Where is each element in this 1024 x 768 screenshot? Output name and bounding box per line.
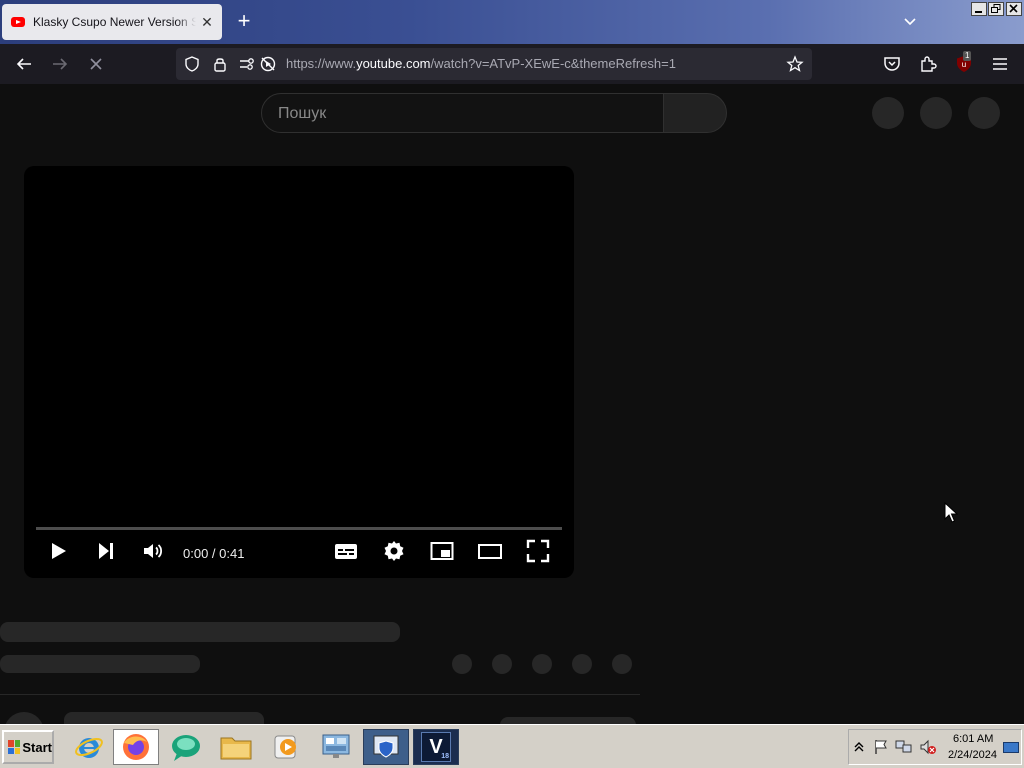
action-skeleton-dot	[492, 654, 512, 674]
taskbar-vegas-pro[interactable]: V 18	[413, 729, 459, 765]
ublock-origin-button[interactable]: u 1	[952, 51, 976, 76]
pocket-icon[interactable]	[880, 52, 904, 76]
taskbar-internet-explorer[interactable]	[66, 729, 112, 765]
internet-explorer-icon	[75, 737, 103, 758]
divider	[0, 694, 640, 695]
action-skeleton-dot	[572, 654, 592, 674]
network-icon[interactable]	[895, 739, 913, 755]
autoplay-blocked-icon[interactable]	[259, 55, 277, 73]
taskbar-chat-app[interactable]	[163, 729, 209, 765]
video-player[interactable]: 0:00 / 0:41	[24, 166, 574, 578]
back-arrow-icon[interactable]	[12, 52, 36, 76]
minimize-button[interactable]	[971, 2, 987, 16]
search-button[interactable]	[663, 93, 727, 133]
header-placeholder-circle	[968, 97, 1000, 129]
subtitle-skeleton	[0, 655, 200, 673]
hamburger-menu-icon[interactable]	[988, 52, 1012, 76]
taskbar-media-player[interactable]	[263, 729, 309, 765]
vegas-version: 18	[441, 753, 449, 760]
extensions-icon[interactable]	[916, 52, 940, 76]
clock-date[interactable]: 2/24/2024	[948, 749, 997, 761]
miniplayer-icon[interactable]	[430, 539, 454, 563]
tab-youtube[interactable]: Klasky Csupo Newer Version Scan ✕	[2, 4, 222, 40]
tracking-shield-icon[interactable]	[183, 55, 201, 73]
new-tab-button[interactable]: +	[232, 10, 256, 34]
media-player-icon	[274, 735, 296, 759]
show-desktop-icon[interactable]	[1003, 742, 1019, 754]
avatar-skeleton	[4, 712, 44, 724]
monitor-icon	[322, 734, 350, 758]
close-tab-icon[interactable]: ✕	[198, 13, 216, 31]
search-input[interactable]: Пошук	[261, 93, 664, 133]
taskbar-file-explorer[interactable]	[213, 729, 259, 765]
permissions-icon[interactable]	[238, 55, 256, 73]
header-placeholder-circle	[920, 97, 952, 129]
url-text[interactable]: https://www.youtube.com/watch?v=ATvP-XEw…	[286, 56, 676, 71]
header-placeholder-circle	[872, 97, 904, 129]
url-prefix: https://www.	[286, 56, 357, 71]
chevron-down-icon[interactable]	[900, 12, 920, 32]
fullscreen-icon[interactable]	[526, 539, 550, 563]
youtube-page: Пошук 0:00 / 0:41	[0, 84, 1024, 724]
bookmark-star-icon[interactable]	[786, 55, 804, 73]
mouse-pointer-icon	[944, 502, 958, 523]
url-path: /watch?v=ATvP-XEwE-c&themeRefresh=1	[430, 56, 676, 71]
play-icon[interactable]	[46, 539, 70, 563]
windows-logo-icon	[8, 740, 21, 754]
taskbar-control-panel[interactable]	[313, 729, 359, 765]
action-skeleton-dot	[452, 654, 472, 674]
chat-bubble-icon	[172, 735, 200, 761]
forward-arrow-icon[interactable]	[48, 52, 72, 76]
firefox-icon	[123, 734, 149, 760]
time-display: 0:00 / 0:41	[183, 546, 245, 561]
stop-loading-icon[interactable]	[84, 52, 108, 76]
taskbar: Start V 18	[0, 724, 1024, 768]
next-video-icon[interactable]	[94, 539, 118, 563]
tab-title: Klasky Csupo Newer Version Scan	[33, 15, 196, 29]
action-center-flag-icon[interactable]	[873, 739, 889, 755]
navigation-toolbar: https://www.youtube.com/watch?v=ATvP-XEw…	[0, 44, 1024, 84]
subscribe-skeleton	[500, 717, 636, 724]
action-skeleton-dot	[612, 654, 632, 674]
settings-gear-icon[interactable]	[382, 539, 406, 563]
title-skeleton	[0, 622, 400, 642]
search-placeholder: Пошук	[278, 105, 327, 122]
start-button[interactable]: Start	[2, 730, 54, 764]
ublock-badge: 1	[963, 51, 972, 61]
svg-text:u: u	[962, 60, 966, 69]
url-host: youtube.com	[356, 56, 431, 71]
youtube-favicon-icon	[11, 17, 25, 27]
subtitles-icon[interactable]	[334, 539, 358, 563]
start-label: Start	[22, 739, 52, 755]
channel-skeleton	[64, 712, 264, 724]
folder-icon	[220, 737, 252, 760]
theater-mode-icon[interactable]	[478, 539, 502, 563]
volume-icon[interactable]	[141, 539, 165, 563]
close-window-button[interactable]	[1006, 2, 1022, 16]
minimize-icon	[975, 11, 982, 13]
show-hidden-icons-icon[interactable]	[853, 740, 865, 754]
taskbar-security-app[interactable]	[363, 729, 409, 765]
taskbar-firefox[interactable]	[113, 729, 159, 765]
close-icon	[1009, 4, 1018, 13]
action-skeleton-dot	[532, 654, 552, 674]
screen: Klasky Csupo Newer Version Scan ✕ +	[0, 0, 1024, 768]
restore-icon	[991, 4, 1001, 13]
tab-strip: Klasky Csupo Newer Version Scan ✕ +	[0, 0, 1024, 44]
clock-time[interactable]: 6:01 AM	[953, 733, 993, 745]
security-shield-icon	[373, 735, 399, 758]
volume-muted-icon[interactable]	[919, 739, 937, 755]
vegas-pro-icon: V 18	[421, 732, 451, 762]
address-bar[interactable]: https://www.youtube.com/watch?v=ATvP-XEw…	[176, 48, 812, 80]
restore-button[interactable]	[988, 2, 1004, 16]
progress-bar[interactable]	[36, 527, 562, 530]
lock-icon[interactable]	[211, 55, 229, 73]
